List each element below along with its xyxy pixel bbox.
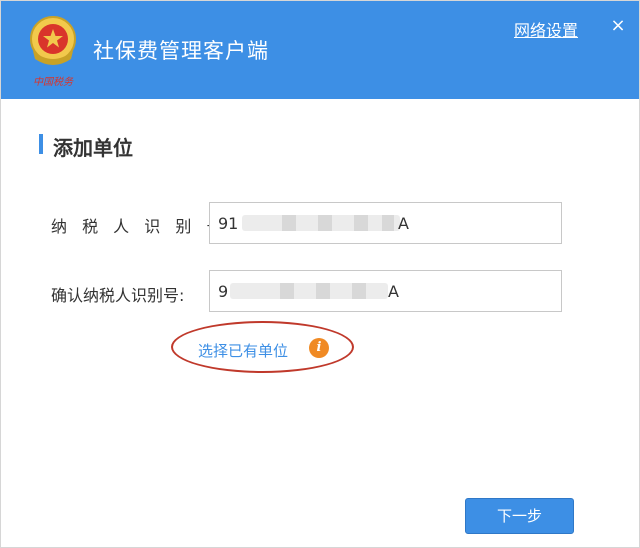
dialog-window: 中国税务 社保费管理客户端 网络设置 × 添加单位 纳 税 人 识 别 号: 9… (0, 0, 640, 548)
redacted-blur (230, 283, 388, 299)
taxpayer-id-suffix: A (398, 214, 409, 233)
confirm-taxpayer-id-label: 确认纳税人识别号: (51, 286, 185, 305)
network-settings-link[interactable]: 网络设置 (514, 17, 578, 41)
tax-bureau-emblem-icon: 中国税务 (30, 16, 76, 88)
confirm-taxpayer-id-prefix: 9 (218, 282, 229, 301)
confirm-taxpayer-id-suffix: A (388, 282, 399, 301)
title-bar: 中国税务 社保费管理客户端 网络设置 × (1, 1, 639, 99)
close-icon[interactable]: × (607, 15, 629, 37)
section-accent-bar (39, 134, 43, 154)
confirm-taxpayer-id-input[interactable]: 9 A (209, 270, 562, 312)
taxpayer-id-prefix: 91 (218, 214, 239, 233)
taxpayer-id-input[interactable]: 91 A (209, 202, 562, 244)
app-title: 社保费管理客户端 (93, 39, 269, 63)
emblem-lettering: 中国税务 (33, 76, 74, 88)
next-step-button[interactable]: 下一步 (465, 498, 574, 534)
select-existing-unit-link[interactable]: 选择已有单位 (198, 340, 288, 361)
info-icon[interactable]: i (309, 338, 329, 358)
redacted-blur (242, 215, 400, 231)
section-title: 添加单位 (53, 136, 133, 160)
